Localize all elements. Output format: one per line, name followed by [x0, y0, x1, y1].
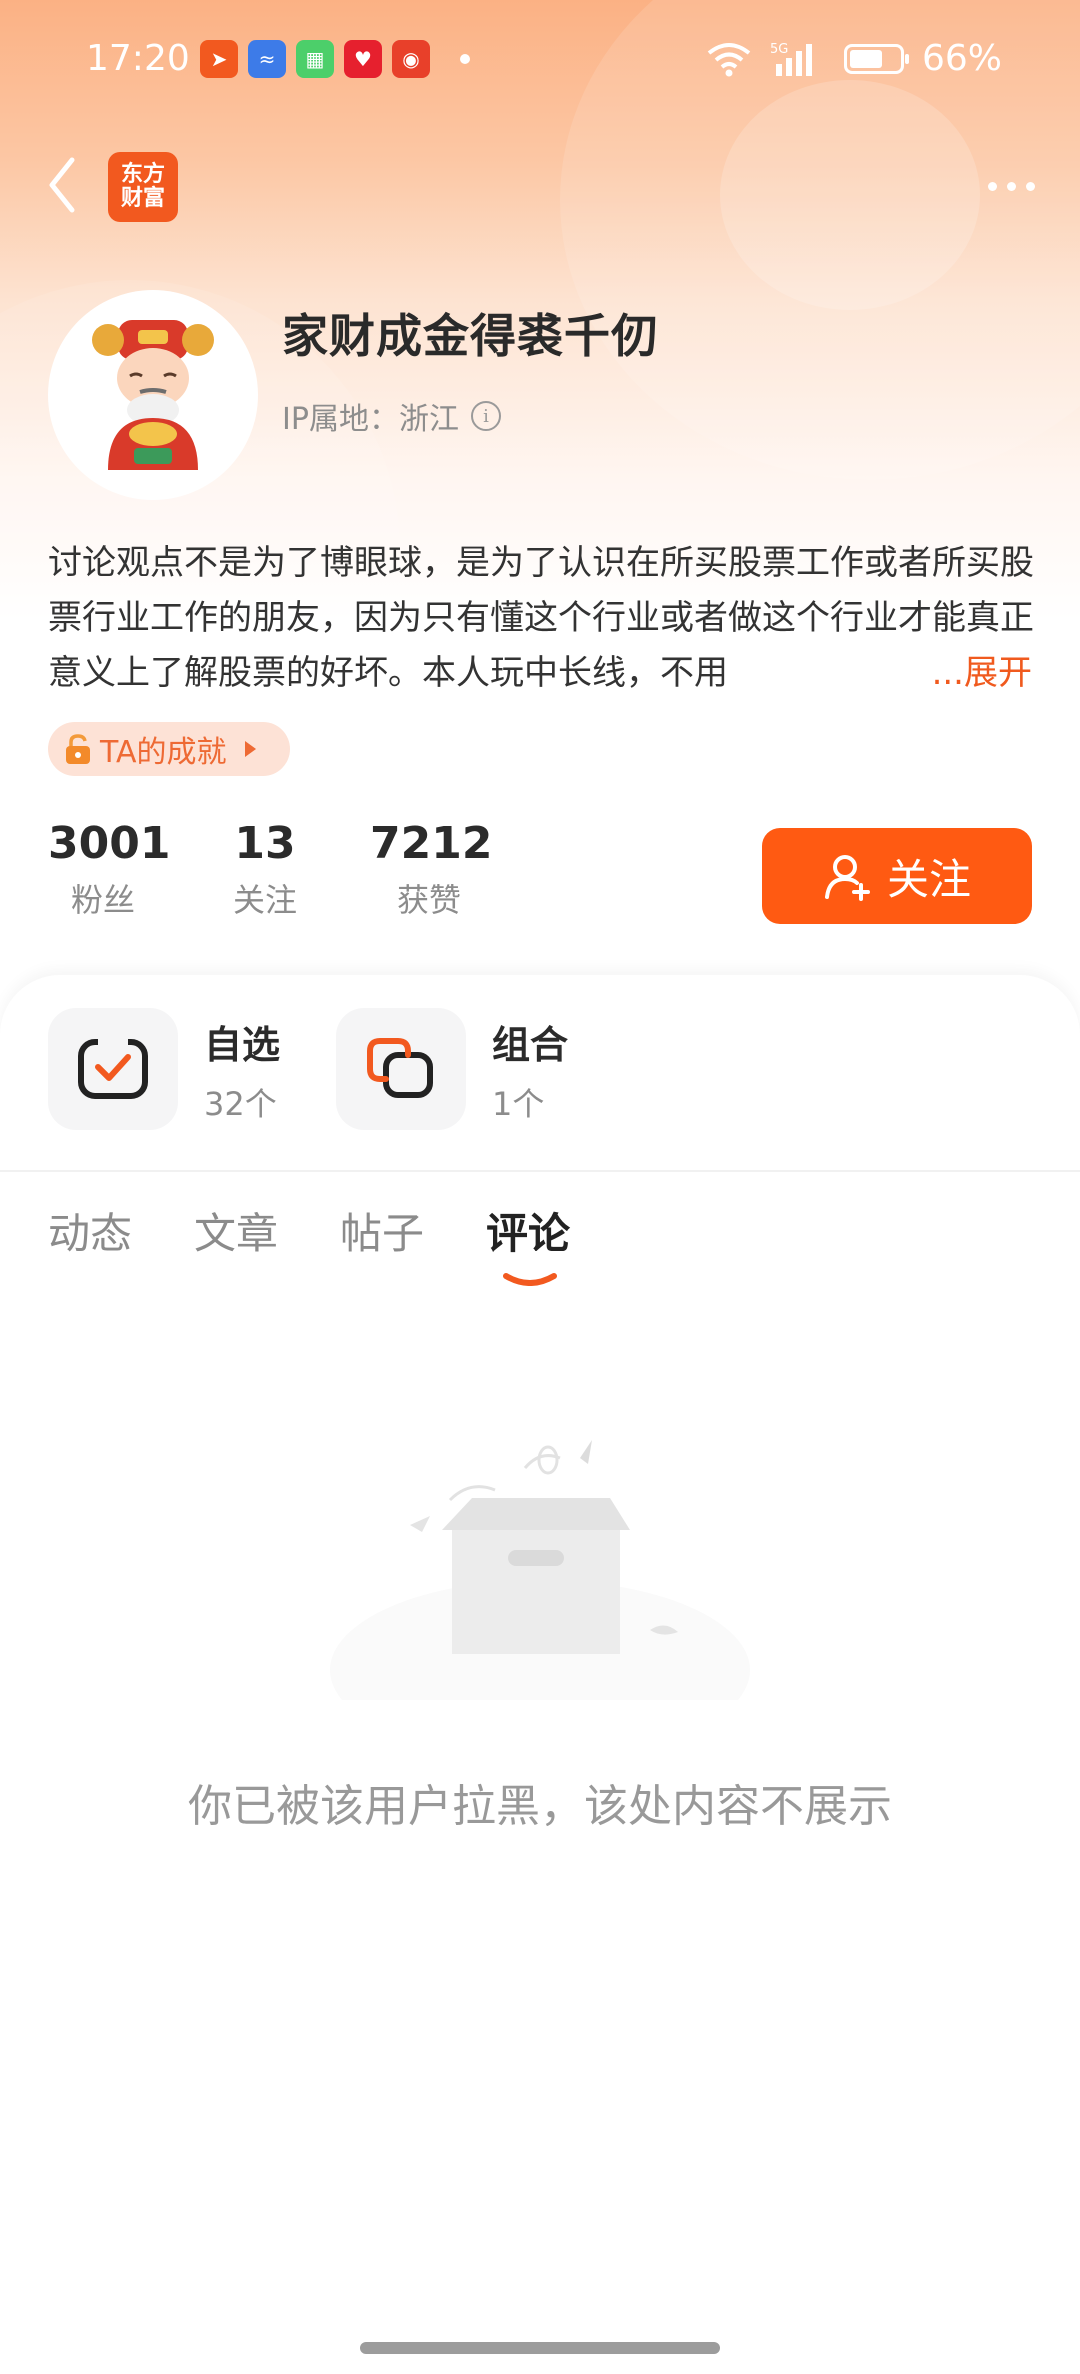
system-icons: 5G 66%	[706, 38, 1002, 79]
watchlist-count: 32个	[204, 1084, 277, 1123]
followers-label: 粉丝	[70, 881, 135, 919]
tab-comments-label: 评论	[486, 1209, 571, 1258]
logo-text-line1: 东方	[120, 162, 165, 187]
heart-badge-icon: ♥	[344, 40, 382, 78]
empty-box-illustration	[320, 1420, 760, 1760]
back-button[interactable]	[40, 150, 90, 220]
more-options-button[interactable]	[976, 166, 1046, 206]
active-tab-indicator	[503, 1273, 558, 1286]
following-count: 13	[234, 818, 296, 869]
back-arrow-icon	[49, 157, 75, 213]
bag-icon: ◉	[392, 40, 430, 78]
more-dot-icon	[1006, 181, 1016, 191]
status-bar: 17:20 ➤ ≈ ▦ ♥ ◉ 5G 66%	[0, 28, 1080, 92]
info-icon[interactable]: i	[470, 401, 501, 431]
watchlist-check-icon	[48, 1008, 178, 1130]
following-label: 关注	[232, 881, 297, 919]
battery-level-fill	[849, 49, 882, 68]
tab-activity[interactable]: 动态	[48, 1200, 132, 1261]
unlock-icon	[64, 733, 92, 765]
followers-count: 3001	[48, 818, 171, 869]
god-of-wealth-avatar-icon	[92, 320, 214, 470]
followers-stat[interactable]: 3001 粉丝	[48, 818, 171, 921]
paper-plane-icon: ➤	[200, 40, 238, 78]
follow-button-label: 关注	[886, 854, 971, 904]
likes-label: 获赞	[396, 881, 461, 919]
network-type: 5G	[770, 42, 788, 57]
section-divider	[0, 1170, 1080, 1172]
decorative-smiley	[720, 80, 980, 310]
likes-stat[interactable]: 7212 获赞	[370, 818, 493, 921]
more-dot-icon	[1025, 181, 1035, 191]
username: 家财成金得裘千仞	[282, 309, 658, 363]
portfolio-title: 组合	[492, 1022, 569, 1067]
follow-button[interactable]: 关注	[762, 828, 1032, 924]
more-notifications-dot	[460, 54, 470, 64]
tab-articles[interactable]: 文章	[194, 1200, 278, 1261]
portfolio-stack-icon	[336, 1008, 466, 1130]
more-dot-icon	[987, 181, 997, 191]
tab-comments[interactable]: 评论	[486, 1200, 571, 1286]
ip-location-text: IP属地：浙江	[282, 402, 459, 437]
ip-location-row: IP属地：浙江 i	[282, 394, 501, 438]
achievement-label: TA的成就	[100, 735, 227, 770]
achievement-badge[interactable]: TA的成就	[48, 722, 290, 776]
portfolio-count: 1个	[492, 1084, 545, 1123]
cellular-signal-icon: 5G	[770, 40, 826, 78]
bio-expand-link[interactable]: ...展开	[925, 646, 1032, 701]
logo-text-line2: 财富	[120, 186, 165, 211]
following-stat[interactable]: 13 关注	[220, 818, 310, 921]
likes-count: 7212	[370, 818, 493, 869]
play-arrow-icon	[244, 741, 256, 757]
home-indicator[interactable]	[360, 2342, 720, 2354]
wifi-icon	[706, 40, 752, 78]
portfolio-shortcut[interactable]: 组合 1个	[336, 1008, 568, 1130]
content-tabs: 动态 文章 帖子 评论	[48, 1200, 571, 1286]
watchlist-title: 自选	[204, 1022, 281, 1067]
user-bio: 讨论观点不是为了博眼球，是为了认识在所买股票工作或者所买股票行业工作的朋友，因为…	[48, 543, 1034, 693]
add-user-icon	[824, 855, 870, 901]
tab-posts[interactable]: 帖子	[340, 1200, 424, 1261]
watchlist-shortcut[interactable]: 自选 32个	[48, 1008, 280, 1130]
avatar[interactable]	[48, 290, 258, 500]
battery-icon	[843, 43, 909, 74]
chart-icon: ≈	[248, 40, 286, 78]
status-time: 17:20	[86, 38, 190, 79]
blocked-message: 你已被该用户拉黑，该处内容不展示	[188, 1781, 892, 1832]
grid-icon: ▦	[296, 40, 334, 78]
app-logo[interactable]: 东方 财富	[108, 152, 178, 222]
notification-app-icons: ➤ ≈ ▦ ♥ ◉	[200, 40, 470, 78]
battery-percentage: 66%	[921, 38, 1002, 79]
